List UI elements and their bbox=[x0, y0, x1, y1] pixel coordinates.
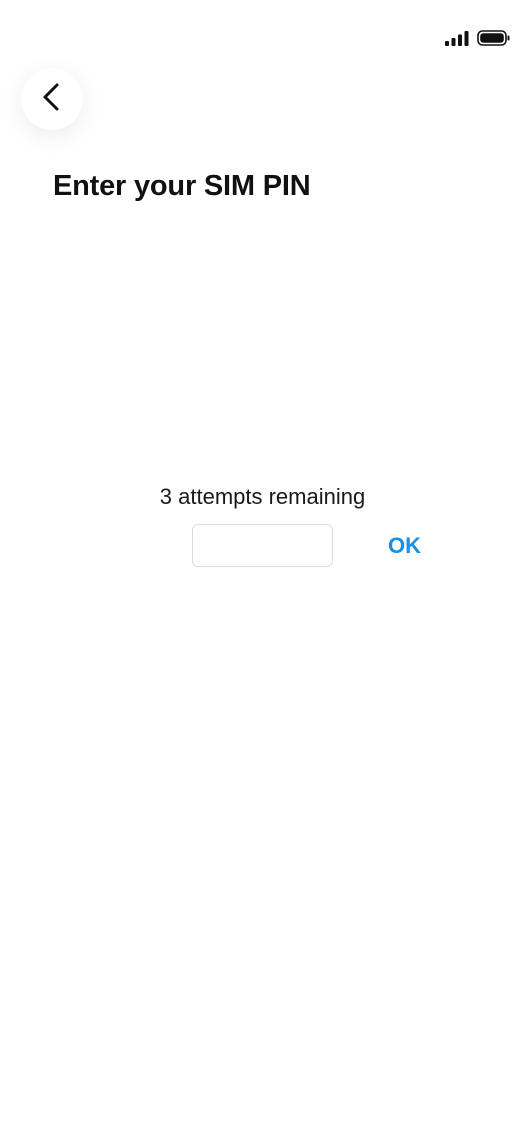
status-bar bbox=[0, 0, 525, 60]
ok-button[interactable]: OK bbox=[380, 528, 429, 564]
page-title: Enter your SIM PIN bbox=[53, 170, 311, 202]
cellular-signal-icon bbox=[444, 30, 470, 46]
battery-icon bbox=[477, 30, 510, 46]
chevron-left-icon bbox=[41, 82, 63, 117]
back-button[interactable] bbox=[21, 68, 83, 130]
attempts-remaining-text: 3 attempts remaining bbox=[159, 484, 366, 509]
sim-pin-input[interactable] bbox=[192, 524, 333, 567]
